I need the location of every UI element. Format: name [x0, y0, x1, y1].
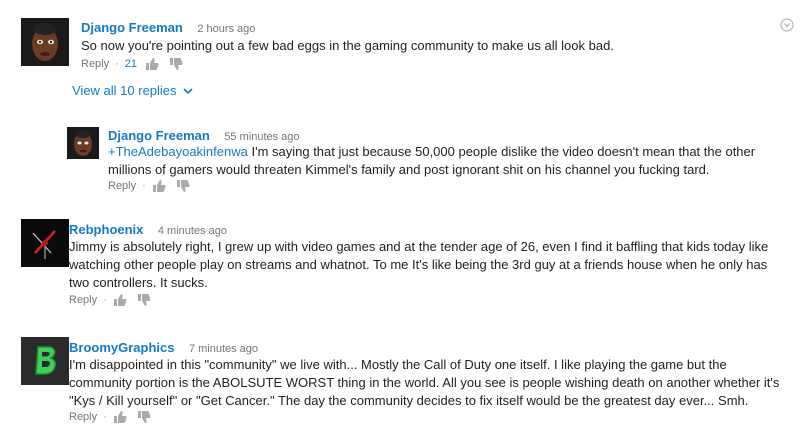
comment-actions: Reply · 21: [81, 57, 193, 71]
comment-timestamp[interactable]: 4 minutes ago: [158, 225, 227, 237]
comment-timestamp[interactable]: 2 hours ago: [197, 23, 255, 35]
thumb-up-icon[interactable]: [113, 410, 127, 424]
reply-button[interactable]: Reply: [108, 180, 136, 192]
reply-button[interactable]: Reply: [69, 411, 97, 423]
view-replies-link[interactable]: View all 10 replies: [72, 83, 193, 98]
comment-timestamp[interactable]: 55 minutes ago: [224, 131, 299, 143]
avatar[interactable]: [21, 219, 69, 267]
comment-header: Rebphoenix 4 minutes ago: [69, 221, 227, 239]
thumb-down-icon[interactable]: [137, 410, 151, 424]
reply-button[interactable]: Reply: [81, 58, 109, 70]
separator-dot: ·: [142, 180, 146, 192]
thumb-up-icon[interactable]: [145, 57, 159, 71]
author-name[interactable]: Django Freeman: [108, 128, 210, 143]
comment-header: BroomyGraphics 7 minutes ago: [69, 339, 258, 357]
separator-dot: ·: [115, 58, 119, 70]
separator-dot: ·: [103, 294, 107, 306]
thumb-down-icon[interactable]: [169, 57, 183, 71]
thumb-down-icon[interactable]: [176, 179, 190, 193]
comment-actions: Reply ·: [108, 179, 200, 193]
comment-header: Django Freeman 2 hours ago: [81, 19, 255, 37]
comment-menu-icon: [780, 18, 794, 32]
mention-link[interactable]: +TheAdebayoakinfenwa: [108, 144, 248, 159]
separator-dot: ·: [103, 411, 107, 423]
comment-menu-button[interactable]: [780, 18, 794, 37]
comment-actions: Reply ·: [69, 410, 161, 424]
comment-text: I'm disappointed in this "community" we …: [69, 357, 780, 408]
like-count: 21: [124, 58, 138, 70]
avatar[interactable]: [67, 127, 99, 159]
author-name[interactable]: BroomyGraphics: [69, 340, 174, 355]
comment-text: Jimmy is absolutely right, I grew up wit…: [69, 239, 769, 290]
comment-text: +TheAdebayoakinfenwa I'm saying that jus…: [108, 143, 778, 179]
comment-timestamp[interactable]: 7 minutes ago: [189, 343, 258, 355]
comment-text: So now you're pointing out a few bad egg…: [81, 38, 614, 53]
avatar[interactable]: [21, 18, 69, 66]
reply-button[interactable]: Reply: [69, 294, 97, 306]
thumb-down-icon[interactable]: [137, 293, 151, 307]
thumb-up-icon[interactable]: [152, 179, 166, 193]
chevron-down-icon: [182, 87, 193, 94]
thumb-up-icon[interactable]: [113, 293, 127, 307]
author-name[interactable]: Rebphoenix: [69, 222, 143, 237]
avatar[interactable]: [21, 337, 69, 385]
view-replies-label: View all 10 replies: [72, 83, 177, 98]
comment-actions: Reply ·: [69, 293, 161, 307]
author-name[interactable]: Django Freeman: [81, 20, 183, 35]
